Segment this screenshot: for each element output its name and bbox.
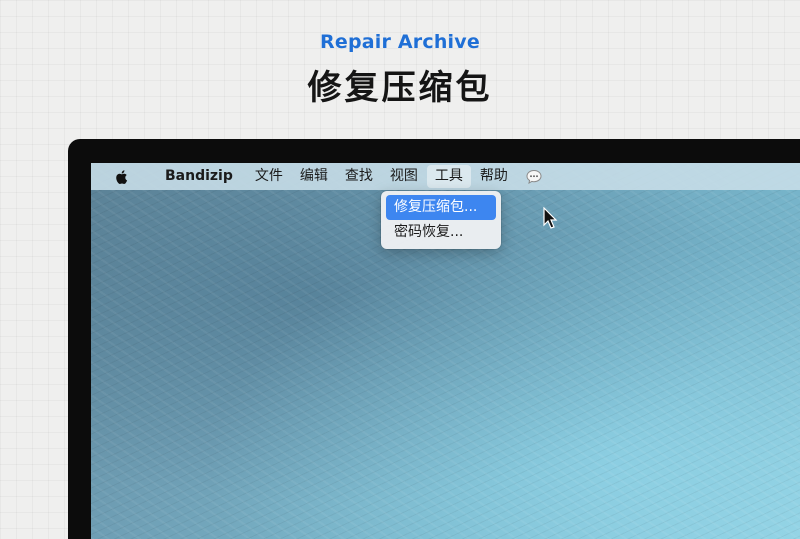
- menu-item-repair-archive[interactable]: 修复压缩包...: [386, 195, 496, 220]
- menu-tools[interactable]: 工具: [426, 165, 471, 188]
- menu-help[interactable]: 帮助: [472, 165, 516, 188]
- menu-app-bandizip[interactable]: Bandizip: [157, 165, 241, 188]
- menu-find[interactable]: 查找: [337, 165, 381, 188]
- mouse-pointer-icon: [543, 206, 559, 231]
- monitor-frame: Bandizip 文件 编辑 查找 视图 工具 帮助 修复压缩包... 密码恢复…: [68, 139, 800, 539]
- tools-dropdown-menu: 修复压缩包... 密码恢复...: [381, 191, 501, 249]
- subtitle: Repair Archive: [320, 31, 480, 53]
- chat-bubble-icon[interactable]: [525, 168, 543, 186]
- menu-bar: Bandizip 文件 编辑 查找 视图 工具 帮助: [91, 163, 800, 190]
- desktop-screen: Bandizip 文件 编辑 查找 视图 工具 帮助 修复压缩包... 密码恢复…: [91, 163, 800, 539]
- page-title: 修复压缩包: [307, 68, 493, 108]
- menu-edit[interactable]: 编辑: [292, 165, 336, 188]
- menu-item-password-recovery[interactable]: 密码恢复...: [386, 220, 496, 245]
- menu-view[interactable]: 视图: [382, 165, 426, 188]
- menu-file[interactable]: 文件: [247, 165, 291, 188]
- apple-logo-icon[interactable]: [113, 168, 131, 186]
